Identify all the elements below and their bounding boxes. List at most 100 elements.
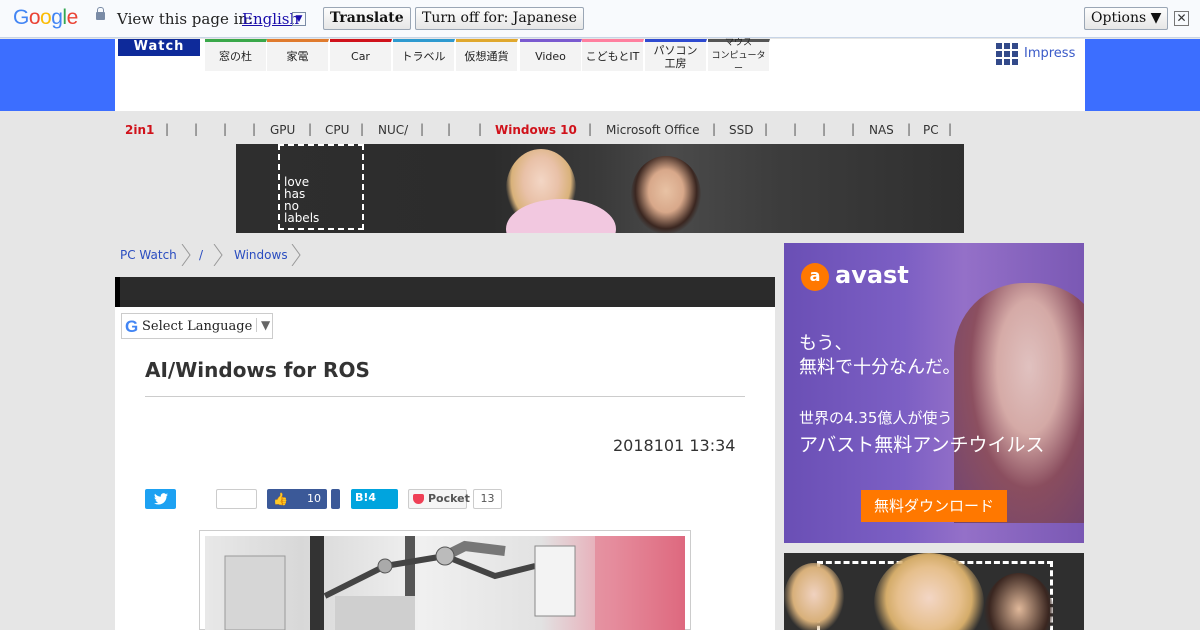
thumbs-up-icon: 👍	[273, 492, 288, 506]
google-logo-letter: o	[28, 6, 41, 29]
pocket-button[interactable]: Pocket	[408, 489, 470, 509]
banner-ad[interactable]: love has no labels	[236, 144, 964, 233]
hatena-label: B!4	[355, 491, 376, 505]
facebook-share-button[interactable]	[331, 489, 340, 509]
article-photo[interactable]	[199, 530, 691, 630]
site-tab[interactable]: 仮想通貨	[456, 39, 518, 71]
avast-logo-icon: a	[801, 263, 829, 291]
grid-dot	[1012, 43, 1018, 49]
site-tab[interactable]: こどもとIT	[582, 39, 644, 71]
robot-arm-illustration	[224, 536, 685, 630]
pocket-count: 13	[473, 489, 502, 509]
breadcrumb-item[interactable]: /	[199, 248, 203, 262]
category-separator: |	[948, 122, 953, 136]
site-tab[interactable]: トラベル	[393, 39, 455, 71]
twitter-icon	[153, 493, 168, 505]
grid-dot	[1012, 51, 1018, 57]
hatena-bookmark-button[interactable]: B!4	[351, 489, 398, 509]
google-logo-letter: g	[51, 6, 63, 29]
category-separator: |	[223, 122, 228, 136]
chevron-down-icon[interactable]: ▼	[292, 12, 306, 26]
category-link[interactable]: NAS	[869, 123, 894, 137]
select-language-label: Select Language	[142, 319, 253, 334]
category-link[interactable]: Microsoft Office	[606, 123, 699, 137]
language-select[interactable]: English	[242, 10, 299, 28]
site-tab[interactable]: Car	[330, 39, 392, 71]
category-separator: |	[165, 122, 170, 136]
select-language-widget[interactable]: G Select Language ▼	[121, 313, 273, 339]
robot-arm-image	[205, 536, 685, 630]
pocket-icon	[413, 494, 424, 504]
site-logo[interactable]: Watch	[118, 39, 200, 56]
site-tab[interactable]: 窓の杜	[205, 39, 267, 71]
chevron-down-icon[interactable]: ▼	[256, 318, 270, 332]
chevron-right-icon	[181, 244, 191, 266]
grid-dot	[996, 51, 1002, 57]
category-link[interactable]: CPU	[325, 123, 349, 137]
category-link[interactable]: NUC/	[378, 123, 408, 137]
chevron-right-icon	[291, 244, 301, 266]
breadcrumb-item[interactable]: Windows	[234, 248, 288, 262]
category-separator: |	[308, 122, 313, 136]
banner-text-line: labels	[284, 211, 320, 225]
grid-dot	[1004, 59, 1010, 65]
translate-bar: Google View this page in: English ▼ Tran…	[0, 0, 1200, 38]
ad-headline-2: 無料で十分なんだ。	[799, 357, 961, 378]
breadcrumb-item[interactable]: PC Watch	[120, 248, 177, 262]
hatena-count: 4	[368, 491, 377, 504]
category-separator: |	[420, 122, 425, 136]
grid-dot	[1012, 59, 1018, 65]
ad-headline-1: もう、	[799, 333, 853, 354]
ad2-child-image	[784, 563, 844, 630]
site-tab[interactable]: パソコン 工房	[645, 39, 707, 71]
impress-grid-icon[interactable]	[996, 43, 1018, 65]
google-logo-letter: e	[66, 6, 79, 29]
category-separator: |	[360, 122, 365, 136]
category-link[interactable]: SSD	[729, 123, 753, 137]
pocket-label: Pocket	[428, 492, 470, 505]
category-separator: |	[447, 122, 452, 136]
twitter-share-button[interactable]	[145, 489, 176, 509]
category-separator: |	[851, 122, 856, 136]
category-separator: |	[712, 122, 717, 136]
category-separator: |	[764, 122, 769, 136]
translate-button[interactable]: Translate	[323, 7, 411, 30]
site-tab[interactable]: Video	[520, 39, 582, 71]
view-page-label: View this page in:	[117, 10, 254, 28]
ad-download-button[interactable]: 無料ダウンロード	[861, 490, 1007, 522]
banner-text: love has no labels	[284, 176, 319, 224]
article-date: 2018101 13:34	[613, 436, 736, 455]
hatena-icon: B!	[355, 491, 369, 504]
category-link[interactable]: 2in1	[125, 123, 154, 137]
close-icon[interactable]: ✕	[1174, 11, 1189, 26]
category-separator: |	[793, 122, 798, 136]
site-tab[interactable]: マウス コンピューター	[708, 38, 770, 74]
grid-dot	[996, 59, 1002, 65]
category-link[interactable]: PC	[923, 123, 939, 137]
site-tab[interactable]: 家電	[267, 39, 329, 71]
turn-off-button[interactable]: Turn off for: Japanese	[415, 7, 584, 30]
lock-icon	[96, 7, 105, 20]
banner-child-image-2	[631, 156, 701, 233]
google-logo: Google	[13, 6, 78, 30]
google-logo-letter: G	[13, 6, 29, 29]
article-title: AI/Windows for ROS	[145, 358, 370, 382]
title-divider	[145, 396, 745, 397]
avast-brand: avast	[835, 261, 909, 289]
facebook-like-button[interactable]: 👍 10	[267, 489, 327, 509]
category-bar: 2in1 | | | | GPU | CPU | NUC/ | | | Windows 10 | Micros…	[115, 120, 1085, 140]
impress-link[interactable]: Impress	[1024, 46, 1075, 61]
category-link[interactable]: GPU	[270, 123, 295, 137]
category-separator: |	[478, 122, 483, 136]
grid-dot	[996, 43, 1002, 49]
options-button[interactable]: Options ▼	[1084, 7, 1169, 30]
category-link[interactable]: Windows 10	[495, 123, 577, 137]
google-g-icon: G	[125, 317, 139, 336]
category-separator: |	[907, 122, 912, 136]
chevron-right-icon	[213, 244, 223, 266]
avast-ad[interactable]: a avast もう、 無料で十分なんだ。 世界の4.35億人が使う アバスト無…	[784, 243, 1084, 543]
article-header-bar	[115, 277, 775, 307]
category-separator: |	[194, 122, 199, 136]
secondary-banner-ad[interactable]	[784, 553, 1084, 630]
category-separator: |	[588, 122, 593, 136]
